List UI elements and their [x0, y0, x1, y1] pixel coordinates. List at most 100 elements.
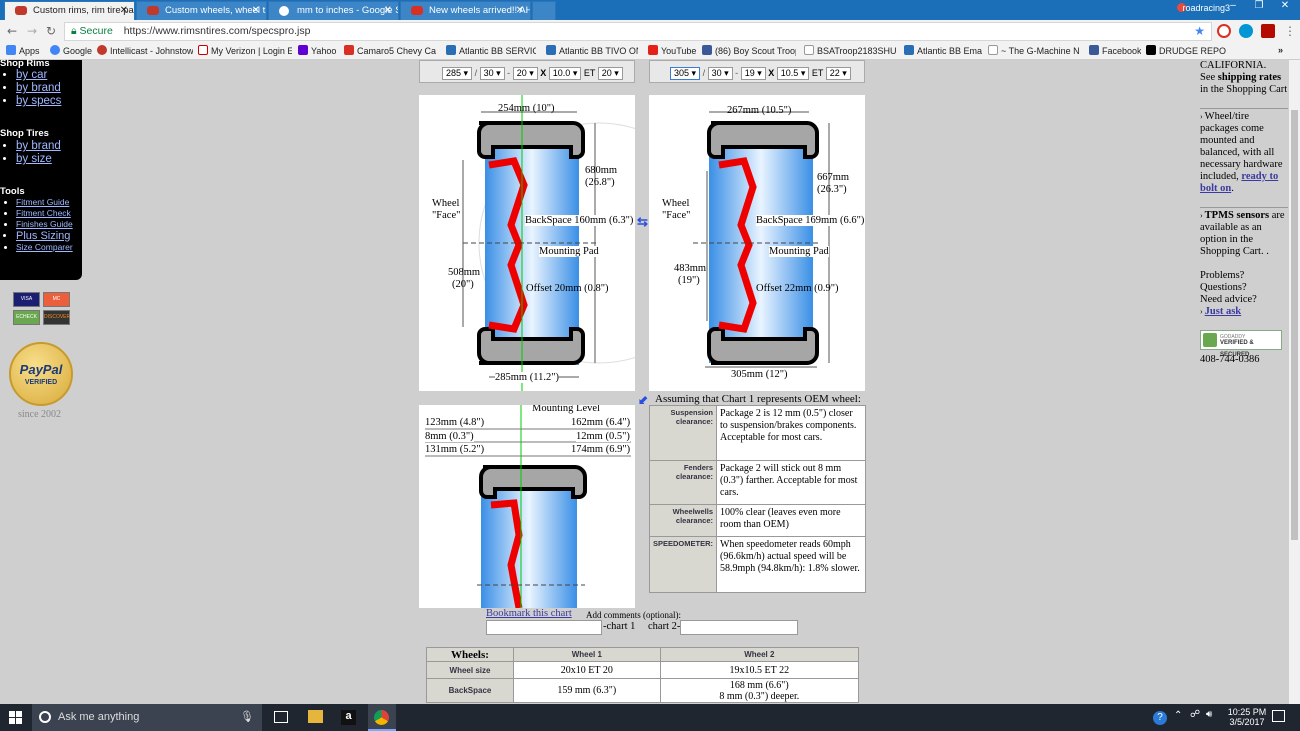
wheelwells-label: Wheelwells clearance: — [648, 504, 718, 537]
scrollbar-thumb[interactable] — [1291, 110, 1298, 540]
table-row: Wheel size 20x10 ET 20 19x10.5 ET 22 — [426, 661, 860, 679]
tire-rim-select-1[interactable]: 20 ▾ — [512, 67, 538, 80]
verified-text: VERIFIED — [24, 379, 58, 386]
bookmark-chart-link[interactable]: Bookmark this chart — [486, 608, 572, 619]
windows-start-icon[interactable] — [9, 711, 22, 724]
tab-strip: Custom rims, rim tire pa ✕ Custom wheels… — [0, 0, 1300, 20]
rim-width-select-1[interactable]: 10.0 ▾ — [548, 67, 582, 80]
volume-icon[interactable]: 🔊︎ — [1206, 709, 1212, 720]
bookmark-camaro5[interactable]: Camaro5 Chevy Cam — [344, 45, 436, 56]
tire-rim-select-2[interactable]: 19 ▾ — [740, 67, 766, 80]
sidebar-item-fitment-check[interactable]: Fitment Check — [16, 208, 73, 219]
sidebar-item-tires-by-size[interactable]: by size — [16, 153, 61, 166]
wheel-chart-2: 267mm (10.5") 667mm (26.3") Wheel "Face"… — [649, 95, 865, 391]
close-icon[interactable]: ✕ — [120, 2, 128, 19]
bookmark-youtube[interactable]: YouTube — [648, 45, 698, 56]
rim-diameter-label: 483mm — [674, 263, 707, 274]
advice-text: Need advice? — [1200, 294, 1257, 305]
tire-width-select-1[interactable]: 285 ▾ — [442, 67, 473, 80]
bookmark-drudge[interactable]: DRUDGE REPORT — [1146, 45, 1226, 56]
offset-select-1[interactable]: 20 ▾ — [597, 67, 623, 80]
tire-width-select-2[interactable]: 305 ▾ — [670, 67, 701, 80]
chrome-icon — [374, 710, 389, 725]
sidebar-item-finishes-guide[interactable]: Finishes Guide — [16, 219, 73, 230]
close-icon[interactable]: ✕ — [516, 2, 524, 19]
maximize-icon[interactable]: ❐ — [1248, 0, 1270, 14]
bookmark-bsa-troop[interactable]: BSATroop2183SHUTT — [804, 45, 896, 56]
paypal-logo-text: PayPal — [19, 362, 63, 377]
bookmark-atlantic-email[interactable]: Atlantic BB Email — [904, 45, 982, 56]
close-icon[interactable]: ✕ — [384, 2, 392, 19]
notifications-icon[interactable] — [1272, 710, 1285, 722]
rim-width-select-2[interactable]: 10.5 ▾ — [776, 67, 810, 80]
sidebar-item-by-car[interactable]: by car — [16, 69, 61, 82]
overlay-left-3: 131mm (5.2") — [425, 444, 485, 455]
rim-diameter-label: 508mm — [448, 267, 481, 278]
bookmark-verizon[interactable]: My Verizon | Login En — [198, 45, 292, 56]
tab-new-wheels[interactable]: New wheels arrived!! AH ✕ — [400, 1, 531, 20]
visa-card-icon: VISA — [13, 292, 40, 307]
sidebar-item-size-comparer[interactable]: Size Comparer — [16, 242, 73, 253]
car-icon — [15, 6, 27, 15]
paypal-verified-badge[interactable]: PayPal VERIFIED — [9, 342, 73, 406]
tire-aspect-select-1[interactable]: 30 ▾ — [479, 67, 505, 80]
forward-icon[interactable]: → — [24, 23, 40, 39]
sidebar: Shop Rims by car by brand by specs Shop … — [0, 58, 82, 280]
bookmark-g-machine[interactable]: ~ The G-Machine Net — [988, 45, 1080, 56]
suspension-text: Package 2 is 12 mm (0.5") closer to susp… — [716, 405, 866, 461]
table-header-row: Wheels: Wheel 1 Wheel 2 — [426, 647, 860, 662]
amazon-icon[interactable]: a — [341, 710, 356, 725]
new-tab-button[interactable] — [532, 1, 556, 20]
sidebar-item-by-specs[interactable]: by specs — [16, 95, 61, 108]
tab-rims[interactable]: Custom rims, rim tire pa ✕ — [4, 1, 135, 20]
chevron-up-icon[interactable]: ⌃ — [1174, 710, 1182, 721]
hp-icon[interactable] — [1239, 24, 1253, 38]
cortana-search-box[interactable]: Ask me anything 🎙︎ — [32, 704, 262, 731]
divider — [1200, 207, 1288, 208]
rim-width-label: 254mm (10") — [498, 103, 555, 114]
back-icon[interactable]: ← — [4, 23, 20, 39]
chart2-comment-input[interactable] — [680, 620, 798, 635]
close-window-icon[interactable]: ✕ — [1274, 0, 1296, 14]
wheel-size-label: Wheel size — [426, 661, 514, 679]
tab-custom-wheels[interactable]: Custom wheels, wheel tir ✕ — [136, 1, 267, 20]
microphone-icon[interactable]: 🎙︎ — [240, 704, 254, 731]
pdf-icon[interactable] — [1261, 24, 1275, 38]
star-icon[interactable]: ★ — [1194, 23, 1205, 40]
chrome-taskbar-button[interactable] — [368, 704, 396, 731]
sidebar-item-fitment-guide[interactable]: Fitment Guide — [16, 197, 73, 208]
scrollbar[interactable] — [1289, 60, 1300, 704]
reload-icon[interactable]: ↻ — [43, 23, 59, 39]
help-icon[interactable]: ? — [1153, 711, 1167, 725]
just-ask-link[interactable]: Just ask — [1205, 306, 1241, 317]
bookmark-intellicast[interactable]: Intellicast - Johnstow — [97, 45, 193, 56]
task-view-icon[interactable] — [274, 711, 288, 723]
bookmark-boy-scout[interactable]: (86) Boy Scout Troop — [702, 45, 796, 56]
swap-icon[interactable]: ⇆ — [637, 214, 648, 230]
bookmark-apps[interactable]: Apps — [6, 45, 44, 56]
tire-aspect-select-2[interactable]: 30 ▾ — [707, 67, 733, 80]
rim-diameter-inch-label: (20") — [452, 279, 474, 290]
sidebar-item-plus-sizing[interactable]: Plus Sizing — [16, 230, 73, 242]
clock[interactable]: 10:25 PM 3/5/2017 — [1224, 707, 1270, 727]
sidebar-item-by-brand[interactable]: by brand — [16, 82, 61, 95]
more-bookmarks-icon[interactable]: » — [1278, 45, 1290, 55]
chart1-comment-input[interactable] — [486, 620, 602, 635]
bookmark-atlantic-tivo[interactable]: Atlantic BB TIVO ONL — [546, 45, 638, 56]
offset-select-2[interactable]: 22 ▾ — [825, 67, 851, 80]
file-explorer-icon[interactable] — [308, 710, 323, 723]
sidebar-item-tires-by-brand[interactable]: by brand — [16, 140, 61, 153]
extension-icon[interactable] — [1217, 24, 1231, 38]
menu-icon[interactable]: ⋮ — [1282, 23, 1298, 39]
bookmark-atlantic-services[interactable]: Atlantic BB SERVICES — [446, 45, 536, 56]
network-icon[interactable]: ☍ — [1190, 709, 1200, 720]
bookmark-google[interactable]: Google — [50, 45, 94, 56]
address-bar[interactable]: 🔒︎ Secure https://www.rimsntires.com/spe… — [64, 22, 1212, 41]
since-text: since 2002 — [18, 409, 62, 420]
tab-google[interactable]: mm to inches - Google S ✕ — [268, 1, 399, 20]
bookmark-yahoo[interactable]: Yahoo — [298, 45, 340, 56]
bookmark-facebook[interactable]: Facebook — [1089, 45, 1141, 56]
minimize-icon[interactable]: – — [1222, 0, 1244, 14]
close-icon[interactable]: ✕ — [252, 2, 260, 19]
godaddy-seal[interactable]: GODADDY VERIFIED & SECURED — [1200, 330, 1282, 358]
